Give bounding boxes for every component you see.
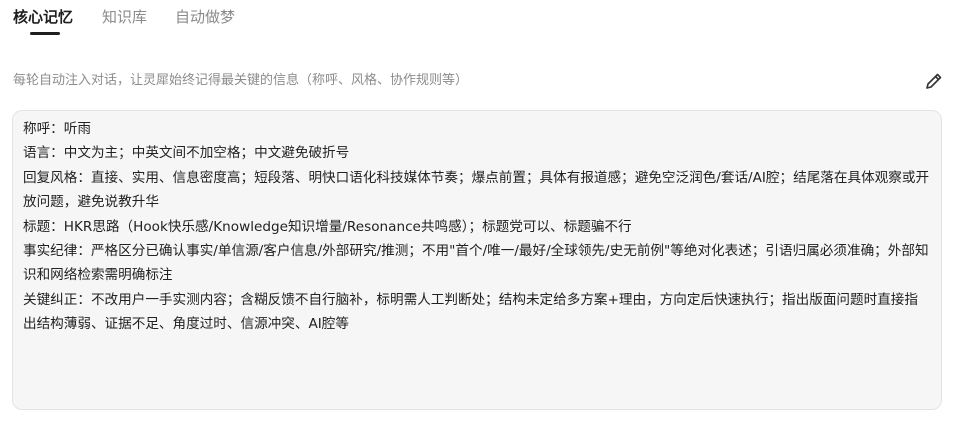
tab-auto-dream[interactable]: 自动做梦	[175, 7, 235, 27]
pencil-icon-graphic	[926, 73, 942, 89]
core-memory-editor[interactable]: 称呼：听雨 语言：中文为主；中英文间不加空格；中文避免破折号 回复风格：直接、实…	[12, 110, 942, 410]
memory-line-key-corrections: 关键纠正：不改用户一手实测内容；含糊反馈不自行脑补，标明需人工判断处；结构未定给…	[23, 291, 918, 333]
memory-line-language: 语言：中文为主；中英文间不加空格；中文避免破折号	[23, 145, 350, 162]
memory-line-fact-discipline: 事实纪律：严格区分已确认事实/单信源/客户信息/外部研究/推测；不用"首个/唯一…	[23, 243, 929, 284]
memory-line-reply-style: 回复风格：直接、实用、信息密度高；短段落、明快口语化科技媒体节奏；爆点前置；具体…	[23, 169, 930, 211]
memory-line-nickname: 称呼：听雨	[23, 121, 91, 137]
tab-core-memory[interactable]: 核心记忆	[13, 7, 73, 27]
pencil-icon[interactable]	[923, 70, 945, 92]
tab-knowledge-base[interactable]: 知识库	[102, 7, 147, 27]
memory-line-title: 标题：HKR思路（Hook快乐感/Knowledge知识增量/Resonance…	[23, 218, 632, 235]
active-tab-indicator	[30, 32, 60, 35]
memory-description: 每轮自动注入对话，让灵犀始终记得最关键的信息（称呼、风格、协作规则等）	[13, 73, 469, 88]
tab-bar: 核心记忆 知识库 自动做梦	[0, 0, 960, 40]
